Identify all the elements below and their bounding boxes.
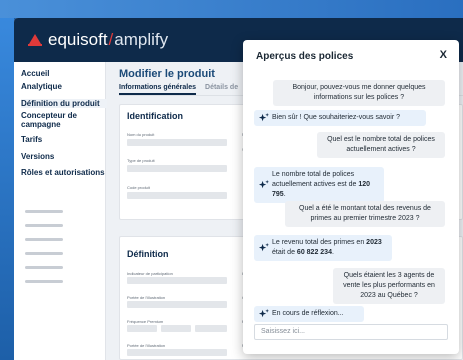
assistant-message: Le revenu total des primes en 2023 était… bbox=[254, 235, 392, 261]
user-message: Quel a été le montant total des revenus … bbox=[285, 201, 445, 227]
sidebar-placeholder bbox=[25, 280, 63, 283]
field-label: Fréquence Premium bbox=[127, 319, 164, 324]
assistant-message-text: était de bbox=[272, 249, 297, 256]
premium-frequency-input[interactable] bbox=[127, 325, 157, 332]
sidebar-item-definition-produit[interactable]: Définition du produit bbox=[21, 99, 107, 108]
user-message: Quels étaient les 3 agents de vente les … bbox=[333, 268, 445, 304]
sidebar-item-versions[interactable]: Versions bbox=[21, 152, 107, 161]
background-frame-left bbox=[0, 0, 14, 360]
sparkle-icon bbox=[258, 243, 269, 252]
premium-revenue-total: 60 822 234 bbox=[296, 249, 332, 256]
product-name-input[interactable] bbox=[127, 139, 227, 146]
assistant-message: Bien sûr ! Que souhaiteriez-vous savoir … bbox=[254, 110, 426, 126]
sidebar-item-concepteur-campagne[interactable]: Concepteur de campagne bbox=[21, 111, 107, 129]
illustration-scope-input-2[interactable] bbox=[127, 349, 227, 356]
assistant-message-text: . bbox=[283, 191, 286, 198]
assistant-message-text: Le nombre total de polices actuellement … bbox=[272, 171, 359, 188]
modal-title: Aperçus des polices bbox=[256, 51, 354, 62]
sidebar-item-analytique[interactable]: Analytique bbox=[21, 82, 107, 91]
close-button[interactable]: X bbox=[440, 49, 447, 61]
page-title: Modifier le produit bbox=[119, 68, 215, 80]
logo-main: equisoft bbox=[48, 30, 108, 49]
assistant-message-text: En cours de réflexion... bbox=[272, 310, 344, 317]
product-type-select[interactable] bbox=[127, 165, 227, 172]
sparkle-icon bbox=[258, 180, 269, 189]
tab-informations-generales[interactable]: Informations générales bbox=[119, 84, 197, 95]
user-message: Quel est le nombre total de polices actu… bbox=[317, 132, 445, 158]
assistant-message-text: Le revenu total des primes en bbox=[272, 239, 367, 246]
assistant-message-thinking: En cours de réflexion... bbox=[254, 306, 364, 322]
tab-details[interactable]: Détails de bbox=[205, 84, 238, 95]
field-label: Indicateur de participation bbox=[127, 271, 173, 276]
logo-slash: / bbox=[108, 30, 114, 49]
logo-sub: amplify bbox=[114, 30, 169, 49]
field-label: Nom du produit bbox=[127, 132, 155, 137]
field-label: Portée de l'illustration bbox=[127, 295, 166, 300]
sidebar-placeholder bbox=[25, 238, 63, 241]
definition-title: Définition bbox=[127, 249, 169, 259]
field-label: Code produit bbox=[127, 185, 150, 190]
premium-frequency-input[interactable] bbox=[195, 325, 227, 332]
assistant-message-text: Bien sûr ! Que souhaiteriez-vous savoir … bbox=[272, 114, 401, 121]
assistant-message: Le nombre total de polices actuellement … bbox=[254, 167, 384, 203]
sidebar-item-accueil[interactable]: Accueil bbox=[21, 69, 107, 78]
background-frame-top bbox=[0, 0, 463, 18]
year-emphasis: 2023 bbox=[366, 239, 382, 246]
logo-mark-icon bbox=[28, 33, 42, 47]
assistant-message-text: . bbox=[331, 249, 334, 256]
premium-frequency-input[interactable] bbox=[161, 325, 191, 332]
chat-input[interactable]: Saisissez ici... bbox=[254, 324, 448, 340]
user-message: Bonjour, pouvez-vous me donner quelques … bbox=[273, 80, 445, 106]
participation-input[interactable] bbox=[127, 277, 227, 284]
sidebar-placeholder bbox=[25, 266, 63, 269]
field-label: Portée de l'illustration bbox=[127, 343, 166, 348]
sidebar-item-roles[interactable]: Rôles et autorisations bbox=[21, 168, 107, 177]
illustration-scope-input[interactable] bbox=[127, 301, 227, 308]
chat-modal: Aperçus des polices X Bonjour, pouvez-vo… bbox=[243, 40, 459, 354]
sidebar-placeholder bbox=[25, 224, 63, 227]
field-label: Type de produit bbox=[127, 158, 155, 163]
sidebar-placeholder bbox=[25, 252, 63, 255]
sparkle-icon bbox=[258, 113, 269, 122]
logo[interactable]: equisoft / amplify bbox=[28, 30, 168, 50]
product-code-input[interactable] bbox=[127, 192, 227, 199]
sparkle-icon bbox=[258, 309, 269, 318]
sidebar: Accueil Analytique Définition du produit… bbox=[14, 62, 107, 360]
tab-bar: Informations générales Détails de bbox=[119, 84, 247, 95]
sidebar-placeholder bbox=[25, 210, 63, 213]
sidebar-item-tarifs[interactable]: Tarifs bbox=[21, 135, 107, 144]
identification-title: Identification bbox=[127, 111, 183, 121]
